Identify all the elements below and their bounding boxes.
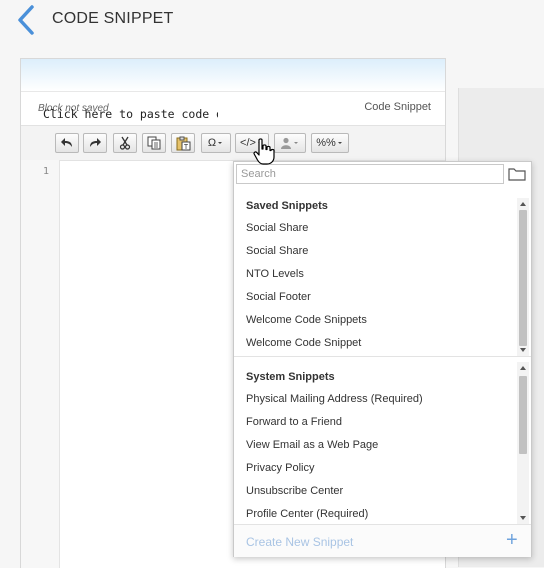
saved-snippet-item[interactable]: Social Footer [234, 286, 514, 309]
system-snippets-scrollbar[interactable] [517, 362, 529, 524]
line-number: 1 [42, 166, 49, 177]
panel-title: Code Snippet [364, 101, 431, 113]
scroll-down-icon[interactable] [520, 516, 526, 520]
system-snippet-item[interactable]: View Email as a Web Page [234, 434, 514, 457]
copy-button[interactable] [142, 133, 166, 153]
snippet-dropdown: Saved Snippets Social Share Social Share… [233, 161, 532, 557]
saved-snippet-item[interactable]: Social Share [234, 217, 514, 240]
system-snippet-item[interactable]: Profile Center (Required) [234, 503, 514, 526]
scrollbar-thumb[interactable] [519, 376, 527, 454]
paste-text-icon: T [176, 136, 191, 151]
undo-icon [60, 137, 74, 149]
system-snippets-heading: System Snippets [246, 371, 335, 383]
dropdown-caret-icon [292, 140, 300, 146]
dropdown-caret-icon [216, 140, 224, 146]
create-new-snippet-link[interactable]: Create New Snippet [246, 535, 353, 549]
personalization-button[interactable] [274, 133, 306, 153]
system-snippet-item[interactable]: Physical Mailing Address (Required) [234, 388, 514, 411]
hand-pointer-cursor-icon [253, 138, 275, 166]
system-snippet-item[interactable]: Unsubscribe Center [234, 480, 514, 503]
svg-text:T: T [183, 144, 188, 151]
scroll-down-icon[interactable] [520, 348, 526, 352]
merge-tag-button[interactable]: %% [311, 133, 349, 153]
redo-icon [88, 137, 102, 149]
person-icon [280, 137, 292, 149]
saved-snippet-item[interactable]: Social Share [234, 240, 514, 263]
dropdown-footer: Create New Snippet + [234, 524, 531, 557]
code-editor-text[interactable]: Click here to paste code d [43, 107, 218, 121]
system-snippet-item[interactable]: Privacy Policy [234, 457, 514, 480]
scroll-up-icon[interactable] [520, 202, 526, 206]
saved-snippet-item[interactable]: Welcome Code Snippet [234, 332, 514, 355]
scroll-up-icon[interactable] [520, 366, 526, 370]
paste-text-button[interactable]: T [171, 133, 195, 153]
line-number-gutter: 1 [21, 160, 60, 568]
saved-snippet-item[interactable]: Welcome Code Snippets [234, 309, 514, 332]
snippet-search-input[interactable] [236, 164, 504, 184]
page-title: CODE SNIPPET [52, 10, 174, 27]
special-character-button[interactable]: Ω [201, 133, 231, 153]
saved-snippet-item[interactable]: NTO Levels [234, 263, 514, 286]
redo-button[interactable] [83, 133, 107, 153]
back-arrow-icon[interactable] [14, 4, 38, 36]
copy-icon [147, 136, 161, 150]
scissors-icon [119, 136, 131, 150]
panel-header-bar [21, 59, 445, 92]
system-snippet-item[interactable]: Forward to a Friend [234, 411, 514, 434]
saved-snippets-heading: Saved Snippets [246, 200, 328, 212]
percent-label: %% [316, 137, 336, 149]
scrollbar-thumb[interactable] [519, 210, 527, 346]
undo-button[interactable] [55, 133, 79, 153]
section-divider [234, 356, 531, 357]
folder-icon[interactable] [507, 165, 527, 183]
saved-snippets-section: Saved Snippets Social Share Social Share… [234, 198, 531, 356]
saved-snippets-scrollbar[interactable] [517, 198, 529, 356]
system-snippets-section: System Snippets Physical Mailing Address… [234, 362, 531, 524]
header: CODE SNIPPET [0, 0, 544, 44]
add-snippet-plus-icon[interactable]: + [506, 530, 518, 550]
dropdown-caret-icon [336, 140, 344, 146]
omega-label: Ω [207, 137, 217, 149]
cut-button[interactable] [113, 133, 137, 153]
editor-toolbar: T Ω </> %% [21, 125, 445, 161]
